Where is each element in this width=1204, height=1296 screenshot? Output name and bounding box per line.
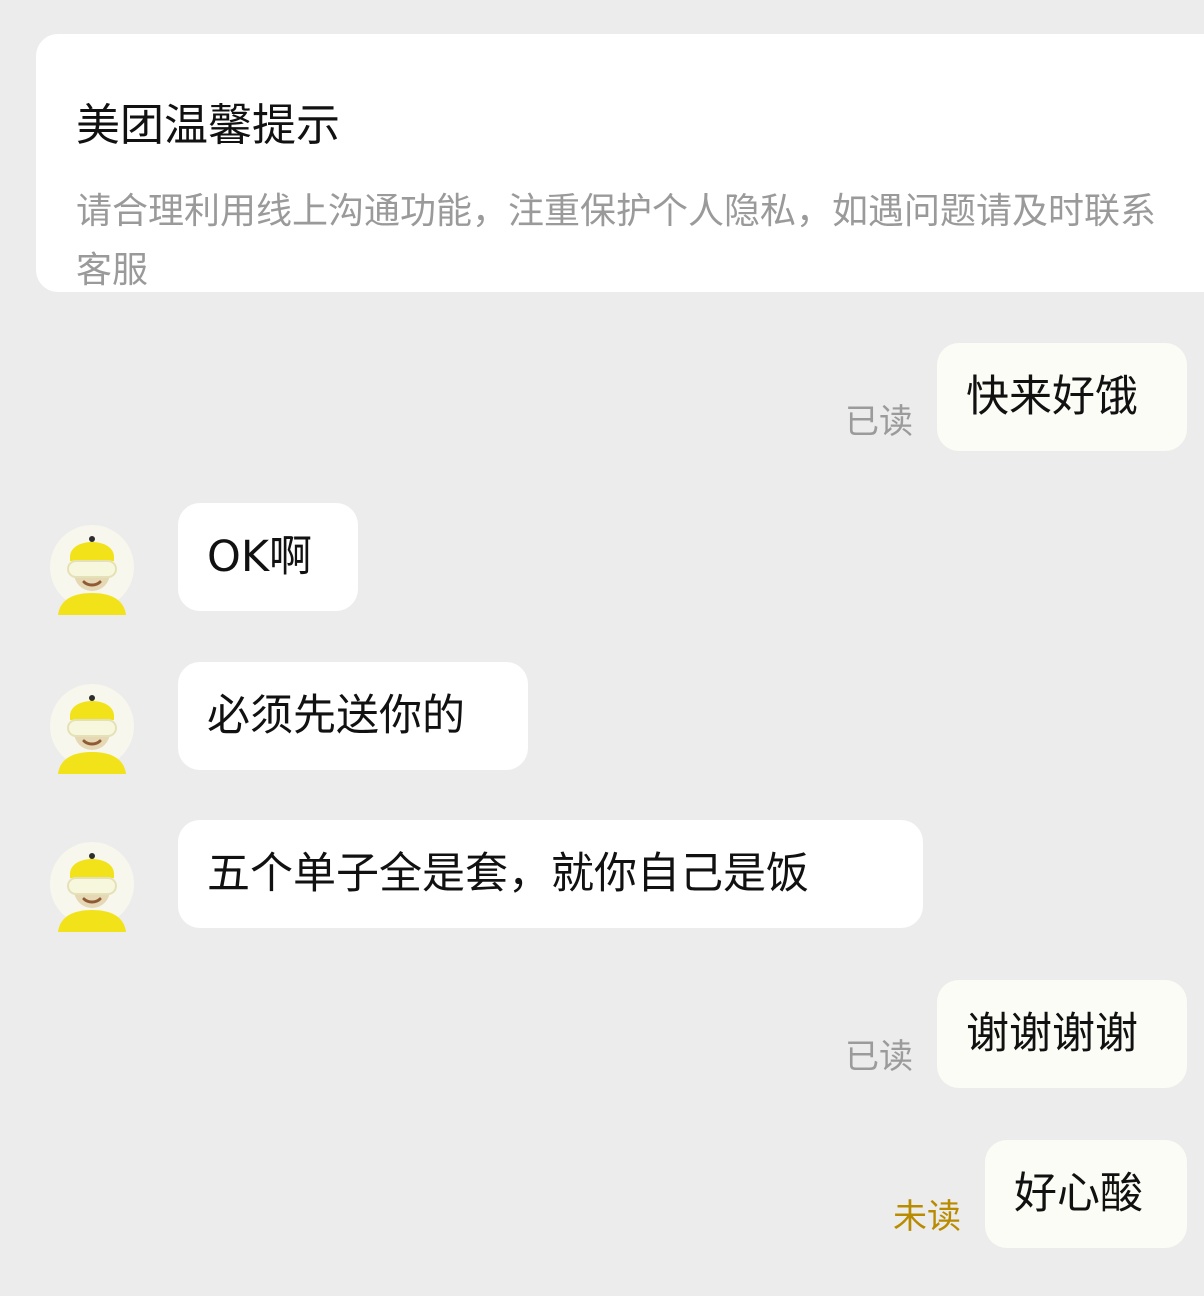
notice-body-line-1: 请合理利用线上沟通功能，注重保护个人隐私，如遇问题请及时联系 bbox=[76, 191, 1157, 232]
message-bubble-outgoing[interactable]: 好心酸 bbox=[985, 1140, 1187, 1248]
message-bubble-incoming[interactable]: OK啊 bbox=[178, 503, 358, 611]
rider-avatar-svg bbox=[50, 684, 134, 774]
notice-title: 美团温馨提示 bbox=[76, 100, 340, 151]
message-row-outgoing: 已读 谢谢谢谢 bbox=[0, 980, 1204, 1090]
message-bubble-incoming[interactable]: 五个单子全是套，就你自己是饭 bbox=[178, 820, 923, 928]
read-status: 已读 bbox=[845, 402, 913, 442]
message-bubble-incoming[interactable]: 必须先送你的 bbox=[178, 662, 528, 770]
rider-avatar-svg bbox=[50, 525, 134, 615]
notice-body-line-2: 客服 bbox=[76, 250, 149, 291]
notice-body: 请合理利用线上沟通功能，注重保护个人隐私，如遇问题请及时联系 客服 bbox=[76, 182, 1204, 300]
rider-avatar-svg bbox=[50, 842, 134, 932]
message-row-outgoing: 已读 快来好饿 bbox=[0, 343, 1204, 453]
message-row-incoming: OK啊 bbox=[0, 503, 1204, 615]
message-bubble-outgoing[interactable]: 快来好饿 bbox=[937, 343, 1187, 451]
read-status: 已读 bbox=[845, 1037, 913, 1077]
message-row-incoming: 五个单子全是套，就你自己是饭 bbox=[0, 820, 1204, 932]
message-row-outgoing: 未读 好心酸 bbox=[0, 1140, 1204, 1250]
unread-status: 未读 bbox=[893, 1197, 961, 1237]
safety-notice-card: 美团温馨提示 请合理利用线上沟通功能，注重保护个人隐私，如遇问题请及时联系 客服 bbox=[36, 34, 1204, 292]
message-bubble-outgoing[interactable]: 谢谢谢谢 bbox=[937, 980, 1187, 1088]
rider-avatar-icon[interactable] bbox=[50, 682, 134, 774]
rider-avatar-icon[interactable] bbox=[50, 840, 134, 932]
message-row-incoming: 必须先送你的 bbox=[0, 662, 1204, 774]
rider-avatar-icon[interactable] bbox=[50, 523, 134, 615]
